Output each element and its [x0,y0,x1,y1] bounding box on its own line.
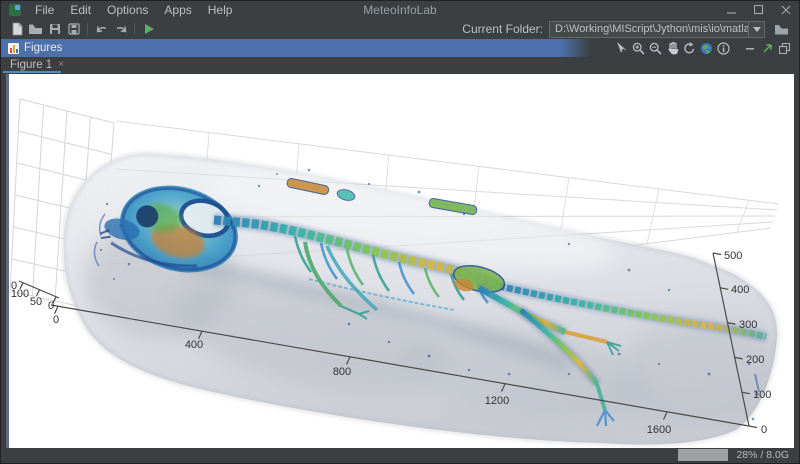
figure-tab-bar: Figure 1 × [1,57,799,74]
figures-panel-title: Figures [24,42,62,54]
x-tick-label: 1200 [485,395,509,407]
figure-canvas[interactable]: 0 400 800 1200 1600 0 100 200 300 400 50… [6,74,794,448]
minimize-icon [727,5,737,15]
y-tick-label: 400 [731,284,749,296]
tab-label: Figure 1 [10,59,52,71]
float-arrow-icon [763,43,773,53]
browse-folder-button[interactable] [771,20,791,38]
save-button[interactable] [45,20,64,38]
combo-dropdown-button[interactable] [748,22,764,37]
new-file-icon [10,22,24,36]
z-tick-label: 50 [30,296,42,308]
menu-options[interactable]: Options [99,1,156,19]
current-folder-combo[interactable]: D:\Working\MIScript\Jython\mis\io\matlab [549,21,765,38]
menu-file[interactable]: File [27,1,62,19]
3d-volume-plot[interactable]: 0 400 800 1200 1600 0 100 200 300 400 50… [9,74,794,448]
folder-icon [774,23,789,36]
x-tick-label: 400 [185,339,203,351]
zoom-out-icon [649,42,662,55]
titlebar: File Edit Options Apps Help MeteoInfoLab [1,1,799,19]
new-script-button[interactable] [7,20,26,38]
maximize-button[interactable] [745,1,772,19]
zoom-in-tool-button[interactable] [630,40,647,56]
figures-panel-header: Figures [1,39,799,57]
select-tool-button[interactable] [613,40,630,56]
restore-panel-button[interactable] [776,40,793,56]
window-title: MeteoInfoLab [363,1,436,19]
collapse-dash-icon [746,44,755,53]
menu-edit[interactable]: Edit [62,1,99,19]
menu-help[interactable]: Help [200,1,241,19]
open-button[interactable] [26,20,45,38]
redo-icon [114,23,128,35]
tab-close-icon[interactable]: × [58,60,64,70]
undo-button[interactable] [92,20,111,38]
y-tick-label: 500 [724,250,742,262]
x-tick-label: 1600 [647,424,671,436]
float-panel-button[interactable] [759,40,776,56]
zoom-in-icon [632,42,645,55]
y-tick-label: 300 [739,319,757,331]
x-tick-label: 800 [333,366,351,378]
y-tick-label: 200 [746,354,764,366]
meteoinfolab-window: File Edit Options Apps Help MeteoInfoLab [0,0,800,464]
memory-usage-bar [678,449,728,461]
run-button[interactable] [139,20,158,38]
tab-figure-1[interactable]: Figure 1 × [3,57,71,72]
redo-button[interactable] [111,20,130,38]
z-tick-label: 0 [48,300,54,312]
info-icon [717,42,730,55]
current-folder-label: Current Folder: [462,22,543,36]
toolbar-separator [134,23,135,35]
collapse-panel-button[interactable] [742,40,759,56]
full-extent-tool-button[interactable] [698,40,715,56]
z-edge-label: 0 [11,280,17,292]
y-tick-label: 100 [753,389,771,401]
save-icon [48,22,62,36]
undo-icon [95,23,109,35]
x-tick-label: 0 [53,314,59,326]
status-bar: 28% / 8.0G [1,446,799,463]
minimize-button[interactable] [718,1,745,19]
save-as-icon [67,22,81,36]
active-tab-underline [3,71,61,73]
identify-tool-button[interactable] [715,40,732,56]
open-folder-icon [28,22,43,36]
main-toolbar: Current Folder: D:\Working\MIScript\Jyth… [1,19,799,39]
rotate-tool-button[interactable] [681,40,698,56]
app-logo-icon [9,4,21,16]
rotate-icon [683,42,696,55]
memory-usage-text: 28% / 8.0G [736,449,789,461]
close-icon [781,5,791,15]
maximize-icon [754,5,764,15]
figures-chart-icon [8,43,19,54]
close-button[interactable] [772,1,799,19]
run-icon [143,23,155,35]
pan-tool-button[interactable] [664,40,681,56]
zoom-out-tool-button[interactable] [647,40,664,56]
current-folder-value[interactable]: D:\Working\MIScript\Jython\mis\io\matlab [550,23,748,35]
menu-apps[interactable]: Apps [156,1,199,19]
chevron-down-icon [753,27,761,32]
toolbar-separator [87,23,88,35]
globe-icon [700,42,713,55]
restore-window-icon [779,43,790,54]
save-as-button[interactable] [64,20,83,38]
y-tick-label: 0 [761,424,767,436]
hand-icon [667,42,679,55]
cursor-arrow-icon [616,42,627,54]
